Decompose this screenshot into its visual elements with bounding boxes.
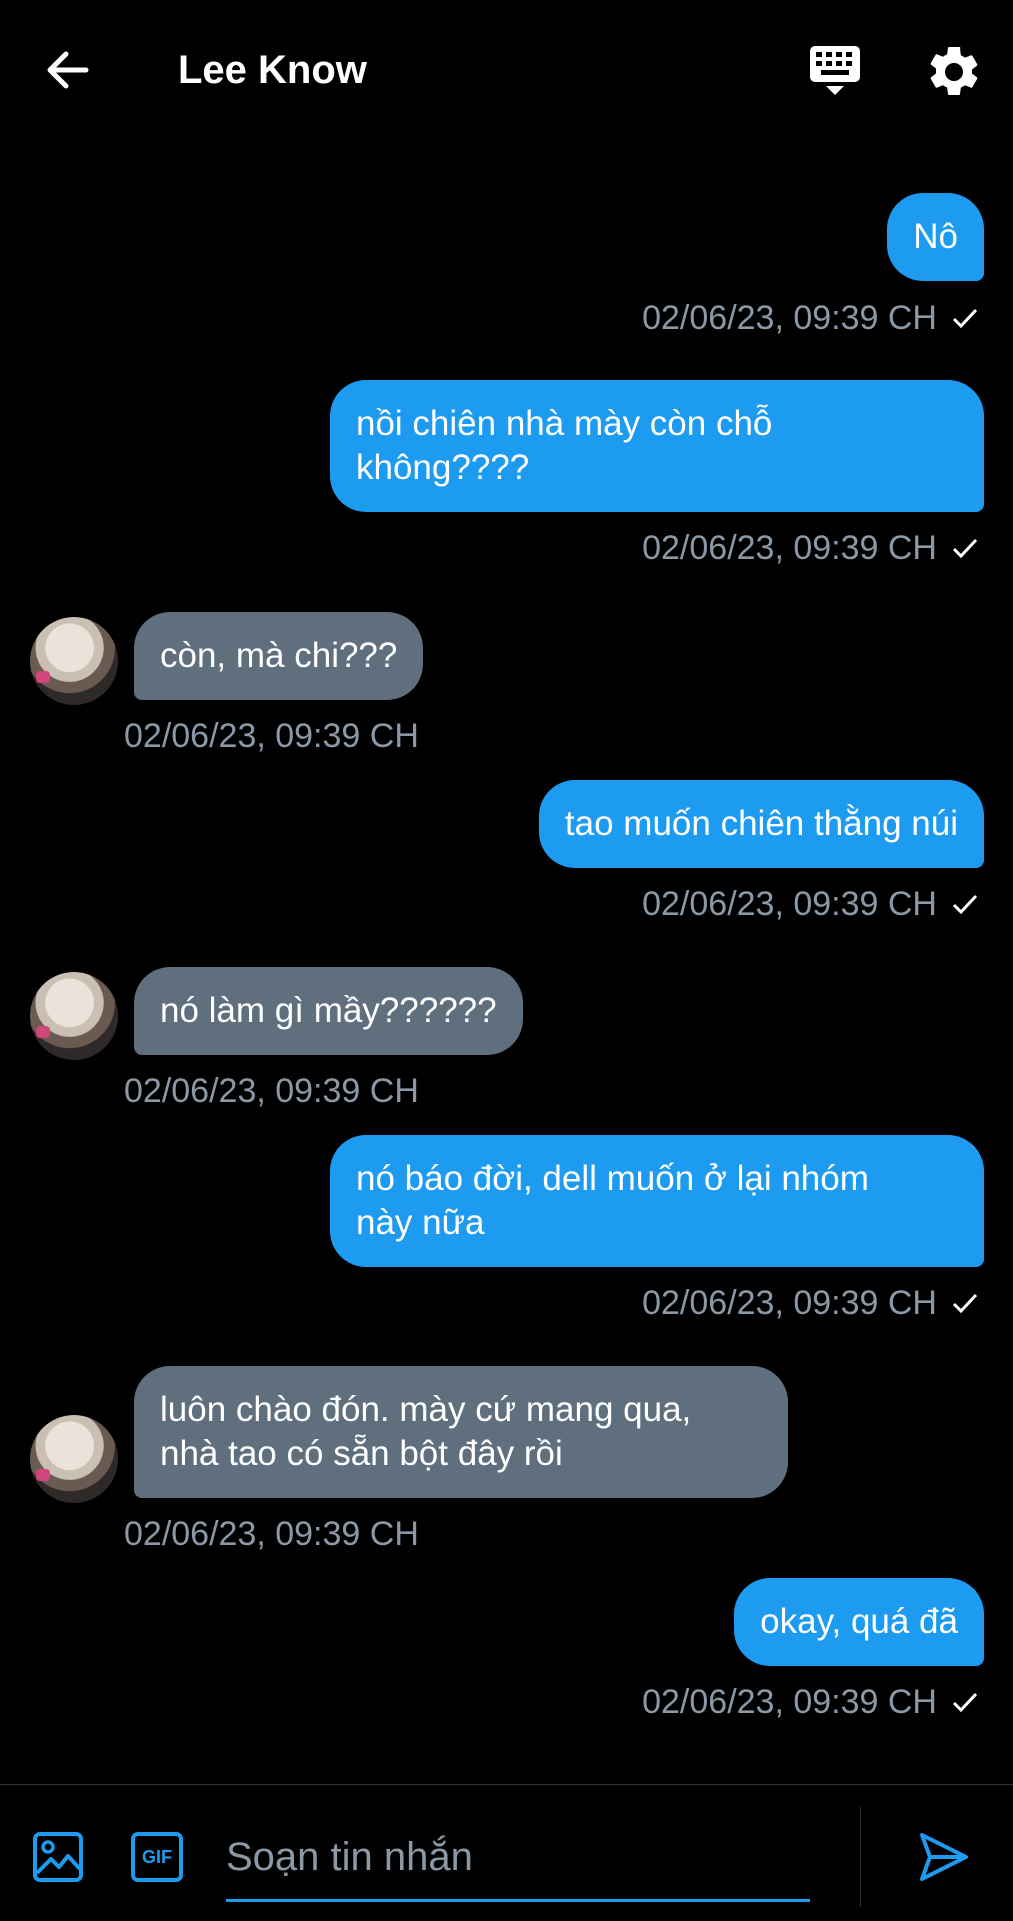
message-input[interactable] — [226, 1815, 810, 1899]
contact-avatar[interactable] — [30, 1415, 118, 1503]
message-bubble[interactable]: nó báo đời, dell muốn ở lại nhóm này nữa — [330, 1135, 984, 1267]
chat-header: Lee Know — [0, 0, 1013, 140]
add-image-button[interactable] — [32, 1831, 84, 1883]
message-timestamp: 02/06/23, 09:39 CH — [642, 299, 937, 337]
back-button[interactable] — [40, 42, 96, 98]
message-bubble[interactable]: Nô — [887, 193, 984, 281]
sent-check-icon — [952, 1293, 978, 1314]
sent-check-icon — [952, 894, 978, 915]
image-icon — [33, 1832, 83, 1882]
settings-button[interactable] — [924, 42, 984, 102]
message-timestamp: 02/06/23, 09:39 CH — [124, 717, 419, 755]
message-outgoing: Nô — [887, 193, 984, 281]
message-bubble[interactable]: nó làm gì mầy?????? — [134, 967, 523, 1055]
message-incoming: nó làm gì mầy?????? — [134, 967, 523, 1055]
message-bubble[interactable]: luôn chào đón. mày cứ mang qua, nhà tao … — [134, 1366, 788, 1498]
sent-check-icon — [952, 1692, 978, 1713]
send-button[interactable] — [918, 1831, 970, 1883]
sent-check-icon — [952, 308, 978, 329]
back-arrow-icon — [47, 51, 89, 89]
contact-avatar[interactable] — [30, 617, 118, 705]
message-timestamp: 02/06/23, 09:39 CH — [642, 1284, 937, 1322]
message-timestamp: 02/06/23, 09:39 CH — [642, 1683, 937, 1721]
message-timestamp: 02/06/23, 09:39 CH — [642, 885, 937, 923]
contact-avatar[interactable] — [30, 972, 118, 1060]
keyboard-icon — [810, 46, 860, 95]
message-bubble[interactable]: tao muốn chiên thằng núi — [538, 780, 984, 868]
keyboard-shortcuts-button[interactable] — [806, 42, 864, 100]
composer-divider — [860, 1807, 861, 1907]
message-bubble[interactable]: okay, quá đã — [734, 1578, 984, 1666]
gif-label: GIF — [142, 1847, 172, 1867]
sent-check-icon — [952, 538, 978, 559]
message-composer: GIF — [0, 1784, 1013, 1921]
send-icon — [920, 1833, 968, 1881]
message-bubble[interactable]: nồi chiên nhà mày còn chỗ không???? — [330, 380, 984, 512]
conversation-title: Lee Know — [178, 48, 367, 92]
message-outgoing: nó báo đời, dell muốn ở lại nhóm này nữa — [330, 1135, 984, 1267]
gear-icon — [930, 46, 978, 95]
add-gif-button[interactable]: GIF — [130, 1831, 184, 1883]
message-timestamp: 02/06/23, 09:39 CH — [642, 529, 937, 567]
message-bubble[interactable]: còn, mà chi??? — [134, 612, 424, 700]
message-timestamp: 02/06/23, 09:39 CH — [124, 1515, 419, 1553]
message-incoming: còn, mà chi??? — [134, 612, 424, 700]
message-outgoing: nồi chiên nhà mày còn chỗ không???? — [330, 380, 984, 512]
message-outgoing: okay, quá đã — [734, 1578, 984, 1666]
message-input-wrapper — [226, 1815, 810, 1902]
message-outgoing: tao muốn chiên thằng núi — [538, 780, 984, 868]
message-timestamp: 02/06/23, 09:39 CH — [124, 1072, 419, 1110]
message-incoming: luôn chào đón. mày cứ mang qua, nhà tao … — [134, 1366, 788, 1498]
